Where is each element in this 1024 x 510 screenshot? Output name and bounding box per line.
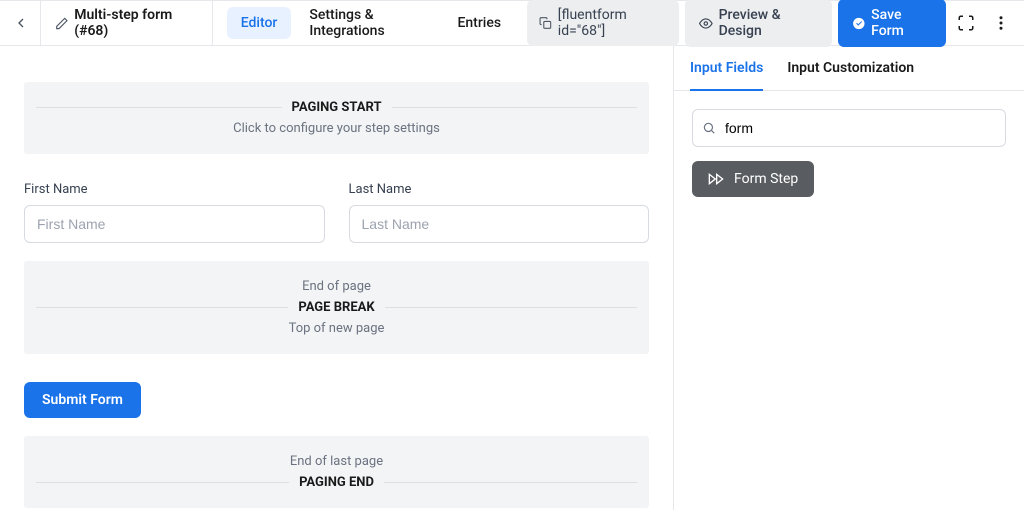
paging-end-block[interactable]: End of last page PAGING END bbox=[24, 436, 649, 508]
eye-icon bbox=[699, 16, 713, 31]
divider bbox=[40, 0, 41, 46]
form-title-area[interactable]: Multi-step form (#68) bbox=[47, 7, 206, 39]
field-item-label: Form Step bbox=[734, 171, 798, 187]
tab-editor[interactable]: Editor bbox=[227, 7, 292, 39]
edit-icon bbox=[55, 16, 69, 31]
sidebar: Input Fields Input Customization Form St… bbox=[674, 46, 1024, 510]
preview-design-button[interactable]: Preview & Design bbox=[685, 0, 832, 47]
page-break-supra: End of page bbox=[36, 279, 637, 294]
divider bbox=[212, 0, 213, 46]
last-name-field: Last Name bbox=[349, 182, 650, 243]
fullscreen-button[interactable] bbox=[952, 7, 981, 39]
topbar: Multi-step form (#68) Editor Settings & … bbox=[0, 0, 1024, 46]
save-form-label: Save Form bbox=[871, 7, 931, 39]
main: PAGING START Click to configure your ste… bbox=[0, 46, 1024, 510]
preview-design-label: Preview & Design bbox=[719, 7, 818, 39]
paging-start-block[interactable]: PAGING START Click to configure your ste… bbox=[24, 82, 649, 154]
field-search-input[interactable] bbox=[692, 109, 1006, 147]
paging-end-supra: End of last page bbox=[36, 454, 637, 469]
sidebar-tab-input-fields[interactable]: Input Fields bbox=[690, 46, 763, 90]
first-name-label: First Name bbox=[24, 182, 325, 197]
shortcode-chip[interactable]: [fluentform id="68"] bbox=[527, 0, 679, 46]
tab-entries[interactable]: Entries bbox=[443, 7, 515, 39]
form-canvas: PAGING START Click to configure your ste… bbox=[0, 46, 674, 510]
back-button[interactable] bbox=[8, 9, 34, 37]
fast-forward-icon bbox=[708, 171, 724, 187]
name-row: First Name Last Name bbox=[24, 182, 649, 243]
shortcode-text: [fluentform id="68"] bbox=[558, 7, 667, 39]
search-wrap bbox=[692, 109, 1006, 147]
search-icon bbox=[702, 121, 716, 135]
tab-settings-integrations[interactable]: Settings & Integrations bbox=[295, 0, 439, 47]
sidebar-tab-input-customization[interactable]: Input Customization bbox=[787, 46, 914, 90]
last-name-input[interactable] bbox=[349, 205, 650, 243]
paging-start-title: PAGING START bbox=[292, 100, 382, 115]
copy-icon bbox=[539, 16, 552, 30]
submit-button[interactable]: Submit Form bbox=[24, 382, 141, 418]
page-break-title: PAGE BREAK bbox=[298, 300, 374, 315]
first-name-field: First Name bbox=[24, 182, 325, 243]
more-vertical-icon bbox=[992, 14, 1010, 32]
paging-end-title: PAGING END bbox=[299, 475, 374, 490]
more-menu-button[interactable] bbox=[987, 7, 1016, 39]
nav-tabs: Editor Settings & Integrations Entries bbox=[227, 0, 515, 47]
page-break-sub: Top of new page bbox=[36, 321, 637, 336]
chevron-left-icon bbox=[13, 15, 29, 31]
first-name-input[interactable] bbox=[24, 205, 325, 243]
last-name-label: Last Name bbox=[349, 182, 650, 197]
field-item-form-step[interactable]: Form Step bbox=[692, 161, 814, 197]
check-circle-icon bbox=[852, 16, 866, 31]
fullscreen-icon bbox=[957, 14, 975, 32]
form-title: Multi-step form (#68) bbox=[74, 7, 198, 39]
page-break-block[interactable]: End of page PAGE BREAK Top of new page bbox=[24, 261, 649, 354]
sidebar-tabs: Input Fields Input Customization bbox=[674, 46, 1024, 91]
sidebar-body: Form Step bbox=[674, 91, 1024, 215]
save-form-button[interactable]: Save Form bbox=[838, 0, 946, 47]
paging-start-sub: Click to configure your step settings bbox=[36, 121, 637, 136]
